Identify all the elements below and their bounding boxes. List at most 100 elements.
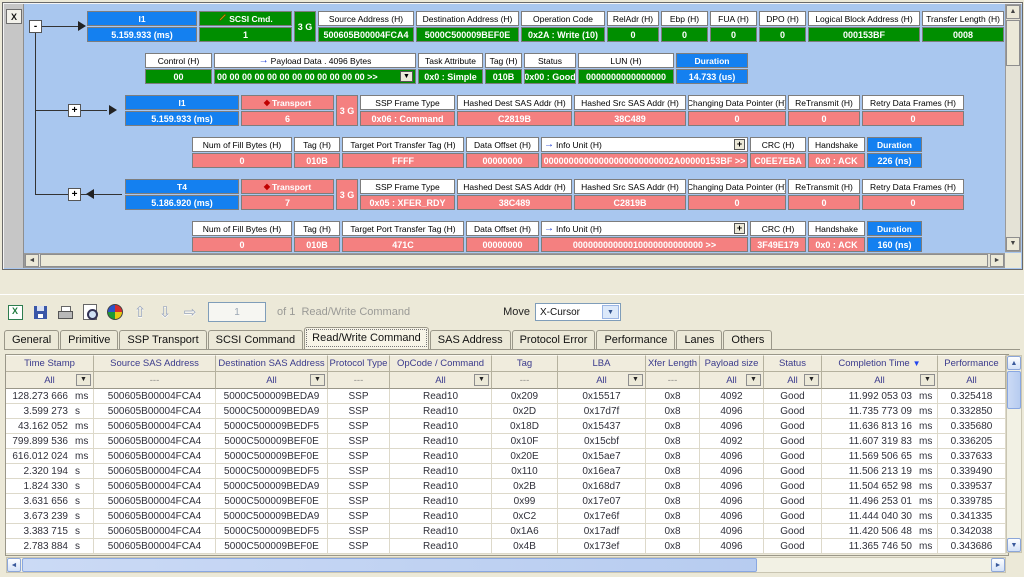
save-button[interactable] [29,302,51,322]
decode-field-value[interactable]: 0 [759,27,806,42]
column-header-xfer-length[interactable]: Xfer Length [646,355,700,372]
scroll-thumb[interactable] [22,558,757,572]
table-row[interactable]: 3.673 239s500605B00004FCA45000C500009BED… [6,509,1006,524]
tab-primitive[interactable]: Primitive [60,330,118,349]
scroll-thumb[interactable] [1007,371,1021,409]
decode-vertical-scrollbar[interactable]: ▲ ▼ [1005,4,1021,252]
decode-field-value[interactable]: 0x0 : Simple [418,69,483,84]
decode-field-value[interactable]: 6 [241,111,334,126]
column-filter-source-sas-address[interactable]: --- [94,372,216,389]
table-row[interactable]: 3.383 715s500605B00004FCA45000C500009BED… [6,524,1006,539]
table-row[interactable]: 616.012 024ms500605B00004FCA45000C500009… [6,449,1006,464]
decode-field-value[interactable]: 38C489 [457,195,572,210]
table-row[interactable]: 799.899 536ms500605B00004FCA45000C500009… [6,434,1006,449]
column-filter-performance[interactable]: All [938,372,1006,389]
decode-field-value[interactable]: 1 [199,27,292,42]
table-row[interactable]: 128.273 666ms500605B00004FCA45000C500009… [6,389,1006,404]
decode-field-value[interactable]: 0 [862,111,964,126]
print-preview-button[interactable] [79,302,101,322]
filter-dropdown-icon[interactable]: ▼ [310,374,325,386]
scroll-thumb[interactable] [1006,20,1020,66]
collapse-node[interactable]: - [29,20,42,33]
filter-dropdown-icon[interactable]: ▼ [746,374,761,386]
tab-performance[interactable]: Performance [596,330,675,349]
next-arrow-button[interactable]: ⇨ [179,302,201,322]
decode-field-value[interactable]: 0 [688,111,786,126]
decode-field-value[interactable]: 0 [192,153,292,168]
filter-dropdown-icon[interactable]: ▼ [804,374,819,386]
up-arrow-button[interactable]: ⇧ [129,302,151,322]
decode-field-value[interactable]: 0 [688,195,786,210]
decode-field-value[interactable]: 5.159.933 (ms) [125,111,239,126]
tab-read-write-command[interactable]: Read/Write Command [304,327,429,349]
down-arrow-button[interactable]: ⇩ [154,302,176,322]
decode-field-value[interactable]: 00000000 [466,237,539,252]
scroll-up-icon[interactable]: ▲ [1007,356,1021,370]
column-filter-status[interactable]: All▼ [764,372,822,389]
tab-scsi-command[interactable]: SCSI Command [208,330,303,349]
tab-lanes[interactable]: Lanes [676,330,722,349]
decode-field-value[interactable]: 0000000000000000 [578,69,674,84]
print-button[interactable] [54,302,76,322]
move-select[interactable]: X-Cursor ▼ [535,303,621,321]
decode-field-value[interactable]: 0 [788,111,860,126]
filter-dropdown-icon[interactable]: ▼ [76,374,91,386]
decode-field-value[interactable]: 0 [710,27,757,42]
tab-others[interactable]: Others [723,330,772,349]
decode-field-value[interactable]: 00000000 [466,153,539,168]
decode-horizontal-scrollbar[interactable]: ◄ ► [24,253,1005,268]
tab-ssp-transport[interactable]: SSP Transport [119,330,206,349]
decode-field-value[interactable]: 00 00 00 00 00 00 00 00 00 00 00 00 >>▼ [214,69,416,84]
frame-number-input[interactable] [208,302,266,322]
decode-field-value[interactable]: 00000000000010000000000000 >> [541,237,748,252]
column-filter-protocol-type[interactable]: --- [328,372,390,389]
decode-field-value[interactable]: 226 (ns) [867,153,922,168]
column-filter-payload-size[interactable]: All▼ [700,372,764,389]
filter-dropdown-icon[interactable]: ▼ [628,374,643,386]
column-header-performance[interactable]: Performance [938,355,1006,372]
column-filter-destination-sas-address[interactable]: All▼ [216,372,328,389]
decode-field-value[interactable]: 14.733 (us) [676,69,748,84]
filter-dropdown-icon[interactable]: ▼ [920,374,935,386]
table-row[interactable]: 2.783 884s500605B00004FCA45000C500009BEF… [6,539,1006,554]
decode-field-value[interactable]: FFFF [342,153,464,168]
scroll-up-icon[interactable]: ▲ [1006,5,1020,19]
decode-field-value[interactable]: 38C489 [574,111,686,126]
decode-field-value[interactable]: 00000000000000000000000002A00000153BF >> [541,153,748,168]
decode-field-value[interactable]: 0x0 : ACK [808,237,865,252]
decode-field-value[interactable]: 3F49E179 [750,237,806,252]
column-header-opcode-command[interactable]: OpCode / Command [390,355,492,372]
column-header-source-sas-address[interactable]: Source SAS Address [94,355,216,372]
decode-field-value[interactable]: 010B [294,153,340,168]
decode-field-value[interactable]: C0EE7EBA [750,153,806,168]
decode-field-value[interactable]: C2819B [457,111,572,126]
decode-field-value[interactable]: 0 [661,27,708,42]
table-row[interactable]: 3.599 273s500605B00004FCA45000C500009BED… [6,404,1006,419]
dropdown-button[interactable]: ▼ [400,71,413,82]
chevron-down-icon[interactable]: ▼ [602,305,619,319]
table-vertical-scrollbar[interactable]: ▲ ▼ [1006,355,1022,553]
decode-field-value[interactable]: 0x2A : Write (10) [521,27,605,42]
decode-field-value[interactable]: 0 [607,27,659,42]
decode-field-value[interactable]: 5.159.933 (ms) [87,27,197,42]
decode-field-value[interactable]: 010B [294,237,340,252]
column-filter-lba[interactable]: All▼ [558,372,646,389]
decode-field-value[interactable]: 0x05 : XFER_RDY [360,195,455,210]
table-row[interactable]: 43.162 052ms500605B00004FCA45000C500009B… [6,419,1006,434]
close-decode-button[interactable]: X [6,9,22,24]
expand-button[interactable]: + [734,223,745,234]
scroll-left-icon[interactable]: ◄ [25,254,39,267]
scroll-thumb[interactable] [40,254,988,267]
table-horizontal-scrollbar[interactable]: ◄ ► [6,557,1006,573]
decode-field-value[interactable]: 500605B00004FCA4 [318,27,414,42]
column-header-destination-sas-address[interactable]: Destination SAS Address [216,355,328,372]
column-header-status[interactable]: Status [764,355,822,372]
scroll-right-icon[interactable]: ► [991,558,1005,572]
colors-button[interactable] [104,302,126,322]
decode-field-value[interactable]: 00 [145,69,212,84]
column-filter-tag[interactable]: --- [492,372,558,389]
decode-field-value[interactable]: 471C [342,237,464,252]
decode-field-value[interactable]: 5.186.920 (ms) [125,195,239,210]
column-header-protocol-type[interactable]: Protocol Type [328,355,390,372]
decode-field-value[interactable]: 0x0 : ACK [808,153,865,168]
